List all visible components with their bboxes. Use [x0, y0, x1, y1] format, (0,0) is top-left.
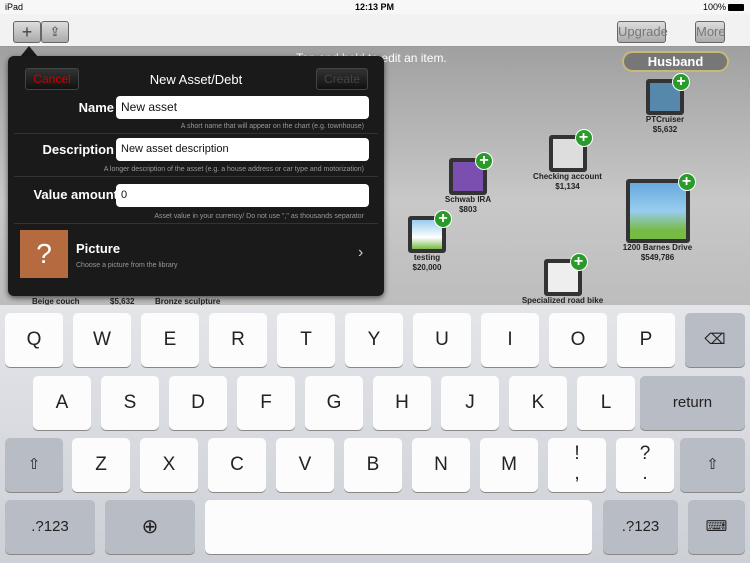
key-5[interactable]: Y — [345, 313, 403, 367]
asset-checking[interactable]: + Checking account $1,134 — [525, 129, 610, 192]
asset-testing[interactable]: + testing $20,000 — [398, 210, 456, 273]
asset-value: $549,786 — [640, 253, 675, 262]
key-1[interactable]: S — [101, 376, 159, 430]
money-bag-icon: + — [548, 129, 593, 172]
key-3[interactable]: V — [276, 438, 334, 492]
create-button[interactable]: Create — [316, 68, 368, 90]
space-key[interactable] — [205, 500, 592, 554]
asset-value: $20,000 — [412, 263, 442, 272]
picture-row[interactable]: ? Picture Choose a picture from the libr… — [20, 230, 372, 282]
shift-key-left[interactable]: ⇧ — [5, 438, 63, 492]
key-8[interactable]: L — [577, 376, 635, 430]
key-2[interactable]: C — [208, 438, 266, 492]
key-3[interactable]: R — [209, 313, 267, 367]
key-0[interactable]: Z — [72, 438, 130, 492]
description-hint: A longer description of the asset (e.g. … — [103, 166, 364, 173]
key-7[interactable]: I — [481, 313, 539, 367]
add-button[interactable]: + — [13, 21, 41, 43]
keyboard: ⌫ return ⇧ ⇧ .?123 ⊕ .?123 ⌨ QWERTYUIOP A… — [0, 305, 750, 563]
upgrade-button[interactable]: Upgrade — [617, 21, 668, 43]
value-input[interactable]: 0 — [116, 184, 369, 207]
key-1[interactable]: X — [140, 438, 198, 492]
key-8[interactable]: O — [549, 313, 607, 367]
key-6[interactable]: U — [413, 313, 471, 367]
value-label: Value amount — [33, 187, 118, 202]
return-key[interactable]: return — [640, 376, 745, 430]
clock: 12:13 PM — [355, 2, 395, 12]
bike-icon: + — [543, 253, 588, 296]
key-4[interactable]: T — [277, 313, 335, 367]
new-asset-popover: Cancel New Asset/Debt Create Name New as… — [8, 56, 384, 296]
numbers-key-right[interactable]: .?123 — [603, 500, 678, 554]
key-9[interactable]: P — [617, 313, 675, 367]
picture-title: Picture — [76, 241, 121, 256]
backspace-key[interactable]: ⌫ — [685, 313, 745, 367]
name-label: Name — [78, 100, 114, 115]
name-hint: A short name that will appear on the cha… — [180, 123, 364, 130]
key-2[interactable]: E — [141, 313, 199, 367]
key-8[interactable]: ? . — [616, 438, 674, 492]
name-input[interactable]: New asset — [116, 96, 369, 119]
key-6[interactable]: J — [441, 376, 499, 430]
share-button[interactable]: ⇪ — [41, 21, 69, 43]
chevron-right-icon: › — [358, 244, 364, 261]
numbers-key-left[interactable]: .?123 — [5, 500, 95, 554]
battery-percent: 100% — [703, 2, 727, 12]
key-4[interactable]: B — [344, 438, 402, 492]
asset-value: $5,632 — [652, 125, 678, 134]
asset-name: Schwab IRA — [444, 195, 492, 204]
key-0[interactable]: A — [33, 376, 91, 430]
owner-badge[interactable]: Husband — [622, 51, 729, 72]
key-5[interactable]: N — [412, 438, 470, 492]
house-icon: + — [625, 173, 696, 243]
car-icon: + — [646, 73, 690, 115]
asset-schwab[interactable]: + Schwab IRA $803 — [433, 152, 503, 215]
picture-hint: Choose a picture from the library — [76, 262, 178, 269]
more-button[interactable]: More — [695, 21, 726, 43]
key-0[interactable]: Q — [5, 313, 63, 367]
description-input[interactable]: New asset description — [116, 138, 369, 161]
dismiss-keyboard-icon[interactable]: ⌨ — [688, 500, 745, 554]
chart-icon: + — [449, 152, 493, 195]
house-icon: + — [408, 210, 452, 253]
key-6[interactable]: M — [480, 438, 538, 492]
battery-icon — [728, 4, 744, 11]
asset-barnes[interactable]: + 1200 Barnes Drive $549,786 — [615, 173, 700, 263]
globe-icon[interactable]: ⊕ — [105, 500, 195, 554]
unknown-box-icon: ? — [20, 230, 68, 278]
description-label: Description — [42, 142, 114, 157]
asset-name: Checking account — [533, 172, 602, 181]
key-7[interactable]: K — [509, 376, 567, 430]
status-bar: iPad 12:13 PM 100% — [0, 0, 750, 14]
key-1[interactable]: W — [73, 313, 131, 367]
device-label: iPad — [5, 2, 24, 12]
key-4[interactable]: G — [305, 376, 363, 430]
asset-name: 1200 Barnes Drive — [622, 243, 693, 252]
value-hint: Asset value in your currency/ Do not use… — [154, 213, 364, 220]
toolbar: + ⇪ Upgrade More — [0, 14, 750, 47]
shift-key-right[interactable]: ⇧ — [680, 438, 745, 492]
asset-bike[interactable]: + Specialized road bike — [520, 253, 605, 306]
key-2[interactable]: D — [169, 376, 227, 430]
asset-name: PTCruiser — [645, 115, 685, 124]
asset-value: $1,134 — [555, 182, 580, 191]
key-7[interactable]: ! , — [548, 438, 606, 492]
key-5[interactable]: H — [373, 376, 431, 430]
key-3[interactable]: F — [237, 376, 295, 430]
asset-name: testing — [413, 253, 441, 262]
asset-ptcruiser[interactable]: + PTCruiser $5,632 — [630, 73, 700, 135]
